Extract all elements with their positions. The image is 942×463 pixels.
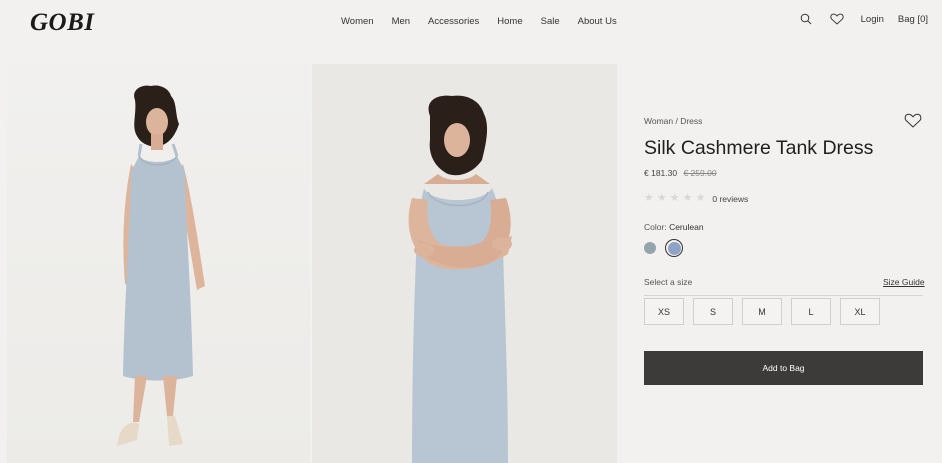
breadcrumb[interactable]: Woman / Dress [644, 116, 702, 126]
current-price: € 181.30 [644, 168, 678, 178]
size-button-l[interactable]: L [791, 298, 831, 325]
star-icon: ★ [669, 192, 680, 204]
bag-link[interactable]: Bag [0] [898, 14, 928, 25]
color-label: Color: Cerulean [644, 222, 704, 232]
rating[interactable]: ★ ★ ★ ★ ★ 0 reviews [644, 193, 748, 204]
size-button-s[interactable]: S [693, 298, 733, 325]
size-button-m[interactable]: M [742, 298, 782, 325]
color-swatches [644, 239, 683, 257]
nav-item-women[interactable]: Women [341, 16, 374, 27]
size-button-xl[interactable]: XL [840, 298, 880, 325]
add-to-bag-button[interactable]: Add to Bag [644, 351, 923, 385]
wishlist-button[interactable] [904, 113, 922, 129]
reviews-count[interactable]: 0 reviews [712, 194, 748, 204]
product-title: Silk Cashmere Tank Dress [644, 137, 874, 159]
heart-outline-icon [904, 113, 922, 128]
header-actions: Login Bag [0] [799, 12, 928, 26]
color-swatch-cerulean-selected[interactable] [665, 239, 683, 257]
color-swatch-grey[interactable] [644, 242, 656, 254]
nav-item-accessories[interactable]: Accessories [428, 16, 479, 27]
product-image-front[interactable] [7, 64, 310, 463]
product-image-arms-crossed[interactable] [312, 64, 617, 463]
heart-icon[interactable] [830, 12, 844, 26]
size-selector: XS S M L XL [644, 298, 889, 325]
nav-item-home[interactable]: Home [497, 16, 522, 27]
divider [644, 295, 923, 296]
price-block: € 181.30 € 259.00 [644, 168, 717, 178]
size-guide-link[interactable]: Size Guide [883, 277, 925, 287]
star-icon: ★ [656, 192, 667, 204]
main-nav: Women Men Accessories Home Sale About Us [341, 16, 617, 27]
color-label-text: Color: [644, 222, 667, 232]
login-link[interactable]: Login [861, 14, 884, 25]
nav-item-about-us[interactable]: About Us [578, 16, 617, 27]
site-header: GOBI Women Men Accessories Home Sale Abo… [0, 0, 942, 46]
nav-item-men[interactable]: Men [392, 16, 410, 27]
star-icon: ★ [695, 192, 706, 204]
color-swatch-cerulean [667, 241, 681, 255]
star-icon: ★ [682, 192, 693, 204]
brand-logo[interactable]: GOBI [30, 9, 95, 37]
star-icon: ★ [644, 192, 654, 204]
search-icon[interactable] [799, 12, 813, 26]
size-label: Select a size [644, 277, 693, 287]
nav-item-sale[interactable]: Sale [541, 16, 560, 27]
original-price: € 259.00 [683, 168, 717, 178]
size-button-xs[interactable]: XS [644, 298, 684, 325]
color-value: Cerulean [669, 222, 704, 232]
